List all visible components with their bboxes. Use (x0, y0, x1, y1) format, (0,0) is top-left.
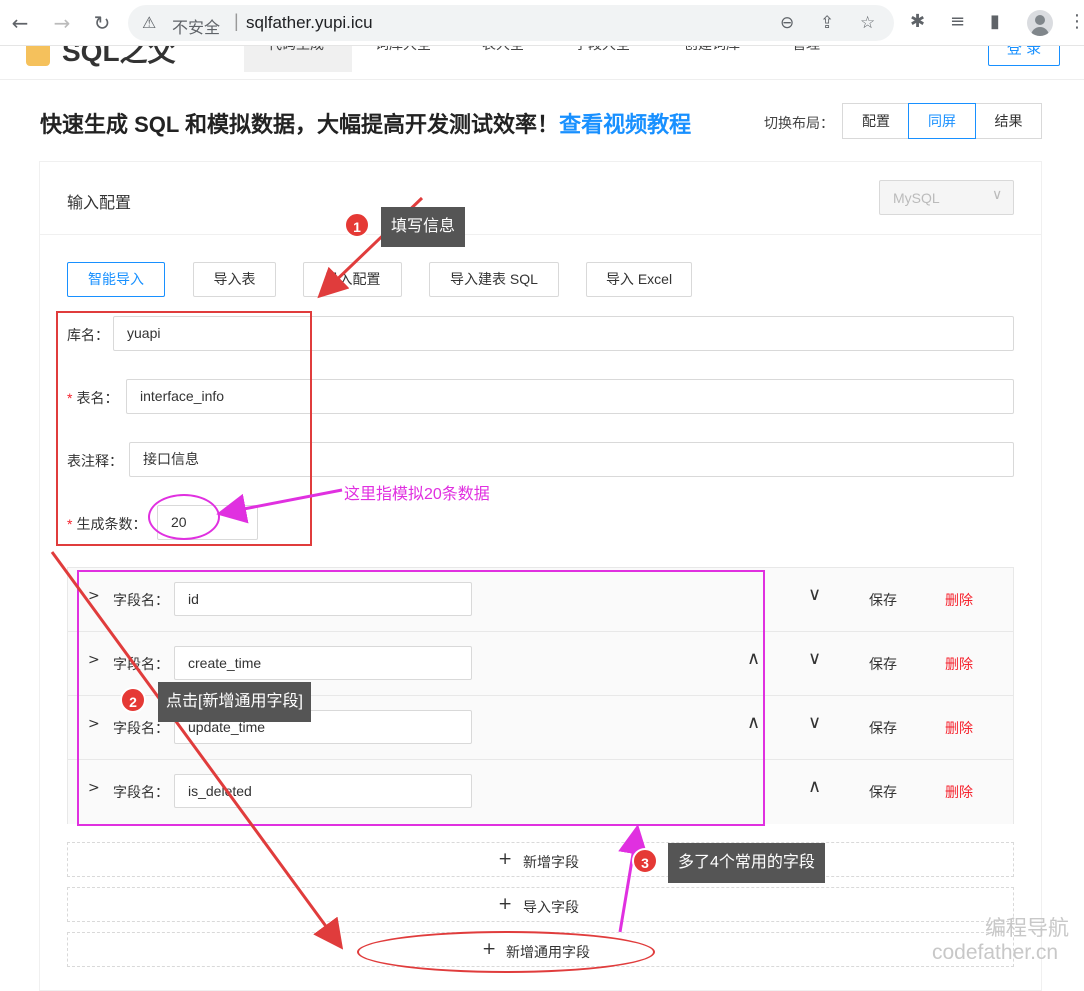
delete-field-button[interactable]: 删除 (945, 718, 973, 738)
step2-badge: 2 (120, 687, 146, 713)
video-tutorial-link[interactable]: 查看视频教程 (559, 112, 691, 137)
app-header: SQL之父 代码生成 词库大全 表大全 字段大全 创建词库 管理 登 录 (0, 46, 1084, 80)
save-field-button[interactable]: 保存 (869, 654, 897, 674)
side-panel-icon[interactable]: ▮ (990, 11, 1000, 32)
layout-switch-label: 切换布局： (764, 115, 834, 131)
move-down-icon[interactable]: ∨ (808, 648, 821, 669)
menu-item-dict[interactable]: 词库大全 (375, 46, 431, 54)
import-table-button[interactable]: 导入表 (193, 262, 276, 297)
step2-tooltip: 点击[新增通用字段] (158, 682, 311, 722)
watermark-title: 编程导航 (985, 917, 1069, 940)
menu-item-admin[interactable]: 管理 (792, 46, 820, 54)
watermark-domain: codefather.cn (932, 941, 1059, 964)
move-up-icon[interactable]: ∧ (808, 776, 821, 797)
card-divider (40, 234, 1041, 235)
delete-field-button[interactable]: 删除 (945, 782, 973, 802)
url-separator: | (234, 11, 239, 31)
import-config-button[interactable]: 导入配置 (303, 262, 402, 297)
insecure-label: 不安全 (172, 20, 221, 37)
zoom-icon[interactable]: ⊖ (780, 13, 794, 33)
share-icon[interactable]: ⇪ (820, 13, 834, 33)
browser-toolbar: ← → ↻ ⚠ 不安全 | sqlfather.yupi.icu ⊖ ⇪ ☆ ✱… (0, 0, 1084, 46)
save-field-button[interactable]: 保存 (869, 718, 897, 738)
chevron-down-icon: ∨ (992, 187, 1003, 203)
headline-text: 快速生成 SQL 和模拟数据，大幅提高开发测试效率！ (40, 112, 560, 137)
plus-icon: + (498, 894, 513, 914)
menu-item-code-gen[interactable]: 代码生成 (268, 46, 324, 54)
step3-tooltip: 多了4个常用的字段 (668, 843, 825, 883)
save-field-button[interactable]: 保存 (869, 590, 897, 610)
import-ddl-button[interactable]: 导入建表 SQL (429, 262, 559, 297)
menu-item-create-dict[interactable]: 创建词库 (684, 46, 740, 54)
page-headline: 快速生成 SQL 和模拟数据，大幅提高开发测试效率！查看视频教程 (40, 107, 691, 139)
count-highlight-ellipse (148, 494, 220, 540)
menu-item-fields[interactable]: 字段大全 (574, 46, 630, 54)
login-button[interactable]: 登 录 (988, 46, 1060, 66)
add-field-button[interactable]: + 新增字段 (67, 842, 1014, 877)
step3-badge: 3 (632, 848, 658, 874)
step1-tooltip: 填写信息 (381, 207, 466, 247)
more-menu-icon[interactable]: ⋮ (1068, 11, 1084, 32)
media-control-icon[interactable]: ≡ (950, 11, 965, 32)
extensions-icon[interactable]: ✱ (910, 11, 925, 32)
plus-icon: + (498, 849, 513, 869)
layout-split-button[interactable]: 同屏 (908, 103, 976, 139)
step1-badge: 1 (344, 212, 370, 238)
db-type-select[interactable]: MySQL ∨ (879, 180, 1014, 215)
layout-config-button[interactable]: 配置 (842, 103, 910, 139)
bookmark-star-icon[interactable]: ☆ (860, 13, 875, 33)
import-field-button[interactable]: + 导入字段 (67, 887, 1014, 922)
card-title: 输入配置 (67, 195, 132, 212)
smart-import-button[interactable]: 智能导入 (67, 262, 165, 297)
import-excel-button[interactable]: 导入 Excel (586, 262, 692, 297)
address-bar[interactable]: ⚠ 不安全 | sqlfather.yupi.icu ⊖ ⇪ ☆ (128, 5, 894, 41)
menu-item-tables[interactable]: 表大全 (482, 46, 524, 54)
common-field-highlight-ellipse (357, 931, 655, 973)
layout-result-button[interactable]: 结果 (975, 103, 1042, 139)
reload-icon[interactable]: ↻ (90, 11, 114, 35)
warning-icon: ⚠ (142, 13, 157, 32)
save-field-button[interactable]: 保存 (869, 782, 897, 802)
profile-avatar-icon[interactable] (1027, 10, 1053, 36)
delete-field-button[interactable]: 删除 (945, 654, 973, 674)
count-note: 这里指模拟20条数据 (344, 486, 490, 503)
db-type-value: MySQL (893, 190, 940, 206)
logo-icon (26, 46, 50, 66)
delete-field-button[interactable]: 删除 (945, 590, 973, 610)
move-down-icon[interactable]: ∨ (808, 584, 821, 605)
move-down-icon[interactable]: ∨ (808, 712, 821, 733)
url-text[interactable]: sqlfather.yupi.icu (246, 13, 373, 33)
forward-arrow-icon[interactable]: → (50, 11, 74, 35)
back-arrow-icon[interactable]: ← (8, 11, 32, 35)
logo-text: SQL之父 (62, 46, 176, 67)
